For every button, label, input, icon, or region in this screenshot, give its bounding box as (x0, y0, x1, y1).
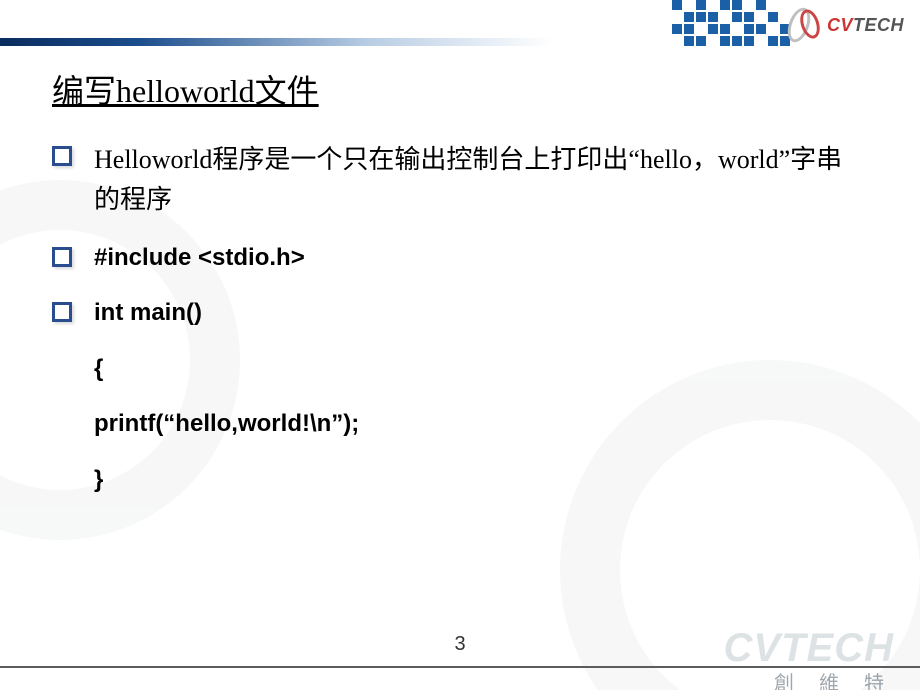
bullet-icon (52, 302, 72, 322)
code-main: int main() (94, 296, 202, 330)
page-title: 编写helloworld文件 (52, 66, 868, 112)
bullet-main: int main() (52, 296, 868, 330)
content: 编写helloworld文件 Helloworld程序是一个只在输出控制台上打印… (0, 52, 920, 497)
footer-divider (0, 666, 920, 668)
bullet-icon (52, 146, 72, 166)
bullet-brace-close: } (52, 463, 868, 497)
code-brace-close: } (94, 463, 103, 497)
logo-text-second: TECH (853, 15, 904, 35)
bullet-brace-open: { (52, 352, 868, 386)
bullet-printf: printf(“hello,world!\n”); (52, 407, 868, 441)
page-number: 3 (0, 633, 920, 656)
logo-mark-icon (787, 7, 823, 43)
code-include: #include <stdio.h> (94, 241, 305, 275)
bullet-intro-text: Helloworld程序是一个只在输出控制台上打印出“hello，world”字… (94, 140, 868, 221)
logo-text: CVTECH (827, 15, 904, 36)
logo: CVTECH (787, 6, 904, 44)
logo-text-first: CV (827, 15, 853, 35)
bullet-icon (52, 247, 72, 267)
code-printf: printf(“hello,world!\n”); (94, 407, 359, 441)
bullet-include: #include <stdio.h> (52, 241, 868, 275)
code-brace-open: { (94, 352, 103, 386)
slide: CVTECH 编写helloworld文件 Helloworld程序是一个只在输… (0, 0, 920, 690)
header-pixel-pattern (672, 0, 790, 46)
bullet-intro: Helloworld程序是一个只在输出控制台上打印出“hello，world”字… (52, 140, 868, 221)
header: CVTECH (0, 0, 920, 52)
